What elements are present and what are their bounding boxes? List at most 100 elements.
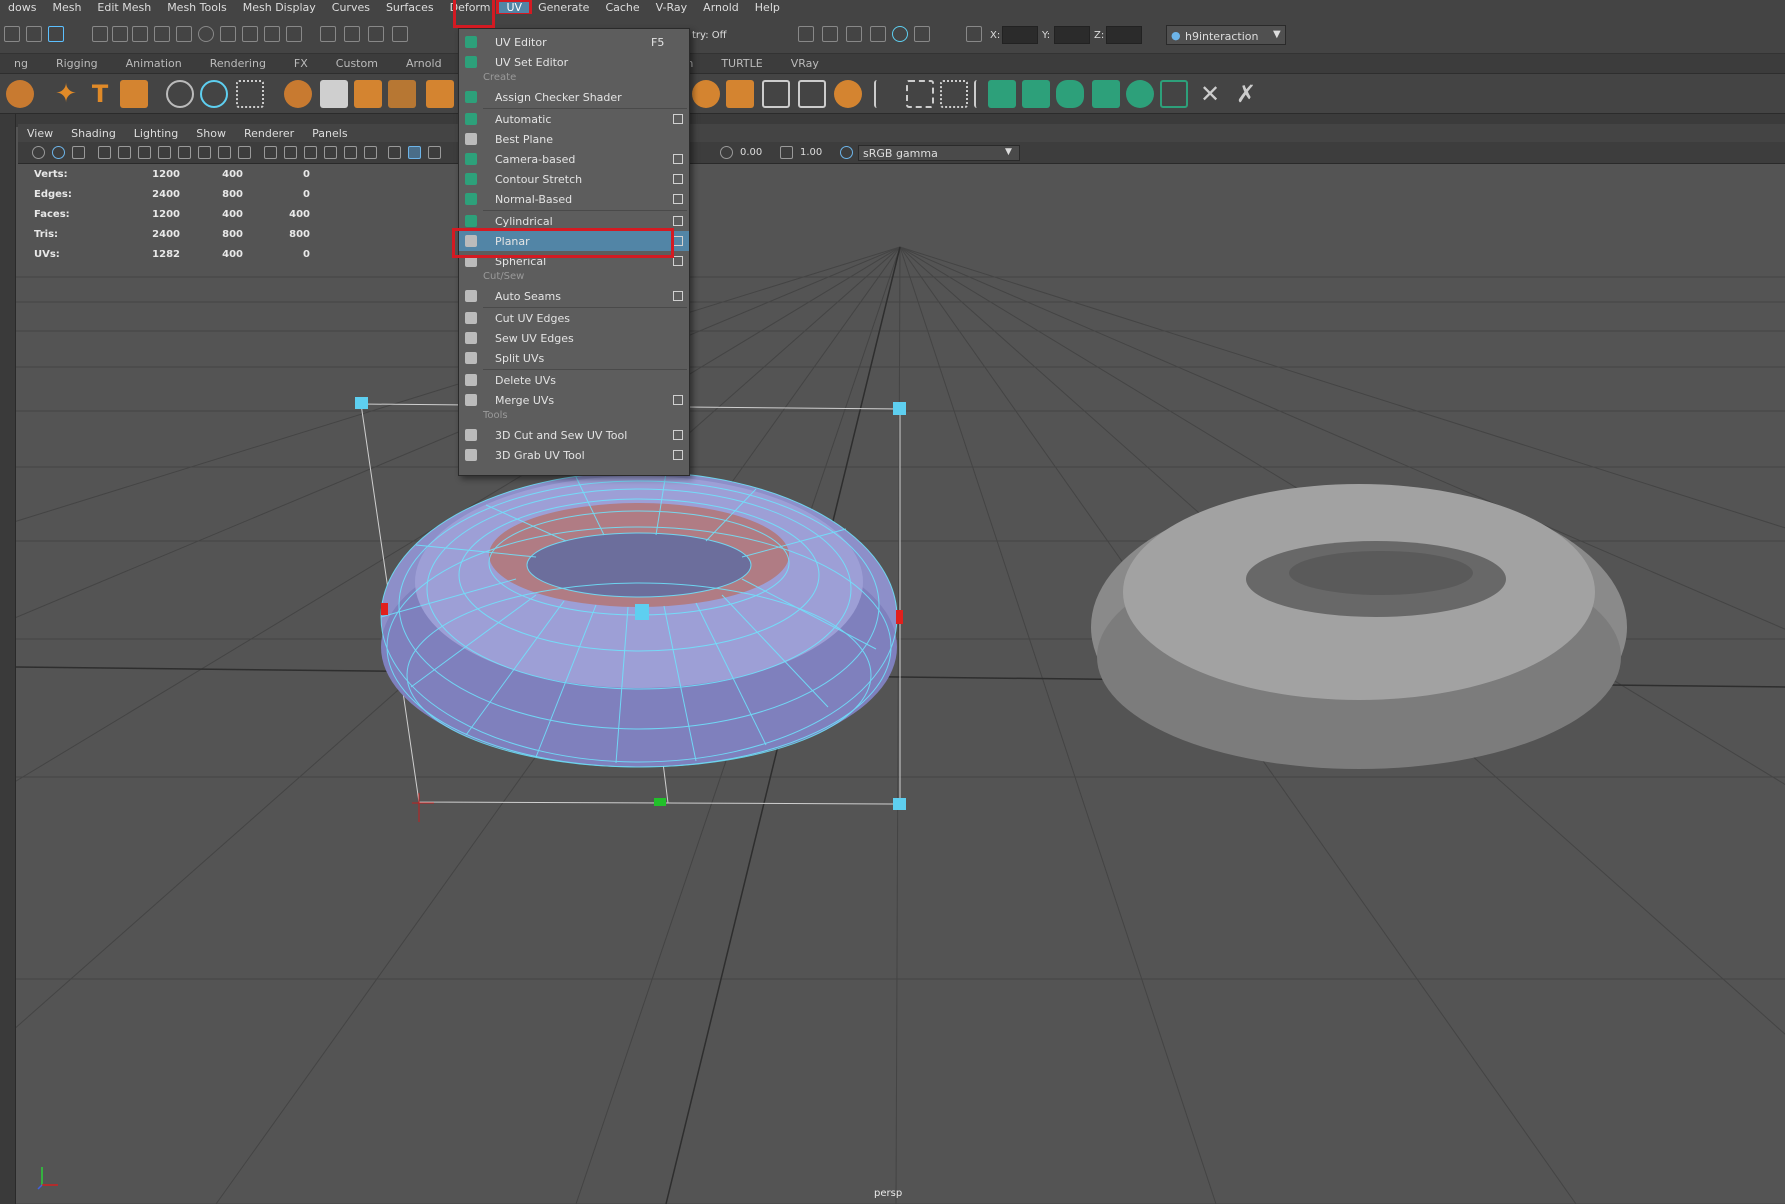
select-camera-icon[interactable] (32, 146, 45, 159)
menu-cache[interactable]: Cache (597, 1, 647, 14)
menu-surfaces[interactable]: Surfaces (378, 1, 442, 14)
render-frame-icon[interactable] (822, 26, 838, 42)
x-field[interactable] (1002, 26, 1038, 44)
menu-item-uv-set-editor[interactable]: UV Set Editor (459, 52, 689, 72)
unselected-torus[interactable] (1091, 484, 1627, 769)
menu-item-sew-uv-edges[interactable]: Sew UV Edges (459, 328, 689, 348)
gamma-icon[interactable] (780, 146, 793, 159)
text-tool-icon[interactable]: T (86, 80, 114, 108)
y-field[interactable] (1054, 26, 1090, 44)
option-box-icon[interactable] (673, 216, 683, 226)
menu-item-3d-cut-and-sew-uv-tool[interactable]: 3D Cut and Sew UV Tool (459, 425, 689, 445)
menu-edit-mesh[interactable]: Edit Mesh (89, 1, 159, 14)
menu-item-assign-checker-shader[interactable]: Assign Checker Shader (459, 87, 689, 107)
cube-project-icon[interactable] (726, 80, 754, 108)
safe-title-icon[interactable] (284, 146, 297, 159)
menu-item-uv-editor[interactable]: UV Editor F5 (459, 32, 689, 52)
paint-select-icon[interactable] (48, 26, 64, 42)
option-box-icon[interactable] (673, 291, 683, 301)
textured-icon[interactable] (364, 146, 377, 159)
menu-item-camera-based[interactable]: Camera-based (459, 149, 689, 169)
menu-mesh[interactable]: Mesh (44, 1, 89, 14)
color-management-icon[interactable] (840, 146, 853, 159)
uv-grab-icon[interactable]: ✗ (1232, 80, 1260, 108)
sparkle-icon[interactable]: ✦ (52, 80, 80, 108)
menu-item-auto-seams[interactable]: Auto Seams (459, 286, 689, 306)
menu-v-ray[interactable]: V-Ray (648, 1, 696, 14)
pause-icon[interactable] (914, 26, 930, 42)
xray-icon[interactable] (408, 146, 421, 159)
knife-icon[interactable] (874, 80, 902, 108)
smooth-shade-icon[interactable] (324, 146, 337, 159)
bookmark-icon[interactable] (72, 146, 85, 159)
shelf-tab-rendering[interactable]: Rendering (196, 57, 280, 70)
option-box-icon[interactable] (673, 256, 683, 266)
wireframe-icon[interactable] (304, 146, 317, 159)
shelf-tab-turtle[interactable]: TURTLE (707, 57, 776, 70)
image-plane-icon[interactable] (98, 146, 111, 159)
menu-curves[interactable]: Curves (324, 1, 378, 14)
option-box-icon[interactable] (673, 236, 683, 246)
default-material-icon[interactable] (344, 146, 357, 159)
panel-menu-renderer[interactable]: Renderer (235, 127, 303, 140)
shelf-tab-vray[interactable]: VRay (777, 57, 833, 70)
menu-dows[interactable]: dows (0, 1, 44, 14)
shelf-tab-animation[interactable]: Animation (112, 57, 196, 70)
uv-checker-shelf-icon[interactable] (1160, 80, 1188, 108)
symmetry-label[interactable]: try: Off (692, 30, 727, 41)
color-space-dropdown[interactable]: sRGB gamma ▼ (858, 145, 1020, 161)
option-box-icon[interactable] (673, 194, 683, 204)
gamma-value[interactable]: 1.00 (800, 147, 822, 158)
option-box-icon[interactable] (673, 430, 683, 440)
frame-icon[interactable] (798, 80, 826, 108)
option-box-icon[interactable] (673, 450, 683, 460)
cube-pair-icon[interactable] (354, 80, 382, 108)
bounding-box-icon[interactable] (906, 80, 934, 108)
select-mode-icon[interactable] (4, 26, 20, 42)
edge-mask-icon[interactable] (132, 26, 148, 42)
panel-menu-shading[interactable]: Shading (62, 127, 125, 140)
menu-item-delete-uvs[interactable]: Delete UVs (459, 370, 689, 390)
vertex-mask-icon[interactable] (112, 26, 128, 42)
menu-item-split-uvs[interactable]: Split UVs (459, 348, 689, 368)
exposure-icon[interactable] (720, 146, 733, 159)
orb-icon[interactable] (834, 80, 862, 108)
menu-mesh-tools[interactable]: Mesh Tools (159, 1, 235, 14)
render-view-icon[interactable] (798, 26, 814, 42)
uv-cut-sew-icon[interactable]: ✕ (1196, 80, 1224, 108)
user-dropdown[interactable]: ● h9interaction ▼ (1166, 25, 1286, 45)
snap-grid-icon[interactable] (154, 26, 170, 42)
menu-generate[interactable]: Generate (530, 1, 597, 14)
sphere-project-icon[interactable] (692, 80, 720, 108)
svg-tool-icon[interactable] (120, 80, 148, 108)
grid-toggle-icon[interactable] (158, 146, 171, 159)
panel-menu-panels[interactable]: Panels (303, 127, 356, 140)
help-icon[interactable] (242, 26, 258, 42)
scatter-icon[interactable] (236, 80, 264, 108)
snap-together-icon[interactable] (344, 26, 360, 42)
menu-item-contour-stretch[interactable]: Contour Stretch (459, 169, 689, 189)
uv-pivot-icon[interactable] (200, 80, 228, 108)
camera-attributes-icon[interactable] (52, 146, 65, 159)
shelf-tab-ng[interactable]: ng (0, 57, 42, 70)
snap-point-icon[interactable] (198, 26, 214, 42)
use-all-lights-icon[interactable] (428, 146, 441, 159)
menu-item-cut-uv-edges[interactable]: Cut UV Edges (459, 308, 689, 328)
gate-mask-icon[interactable] (218, 146, 231, 159)
menu-item-3d-grab-uv-tool[interactable]: 3D Grab UV Tool (459, 445, 689, 465)
grease-pencil-icon[interactable] (138, 146, 151, 159)
snap-view-icon[interactable] (220, 26, 236, 42)
grid-orange-icon[interactable] (426, 80, 454, 108)
mask-icon[interactable] (92, 26, 108, 42)
z-field[interactable] (1106, 26, 1142, 44)
panel-menu-lighting[interactable]: Lighting (125, 127, 187, 140)
option-box-icon[interactable] (673, 154, 683, 164)
uv-contour-shelf-icon[interactable] (1126, 80, 1154, 108)
menu-item-automatic[interactable]: Automatic (459, 109, 689, 129)
menu-item-best-plane[interactable]: Best Plane (459, 129, 689, 149)
panel-menu-show[interactable]: Show (187, 127, 235, 140)
pivot-icon[interactable] (166, 80, 194, 108)
render-settings-icon[interactable] (870, 26, 886, 42)
menu-mesh-display[interactable]: Mesh Display (235, 1, 324, 14)
uv-auto-shelf-icon[interactable] (1092, 80, 1120, 108)
